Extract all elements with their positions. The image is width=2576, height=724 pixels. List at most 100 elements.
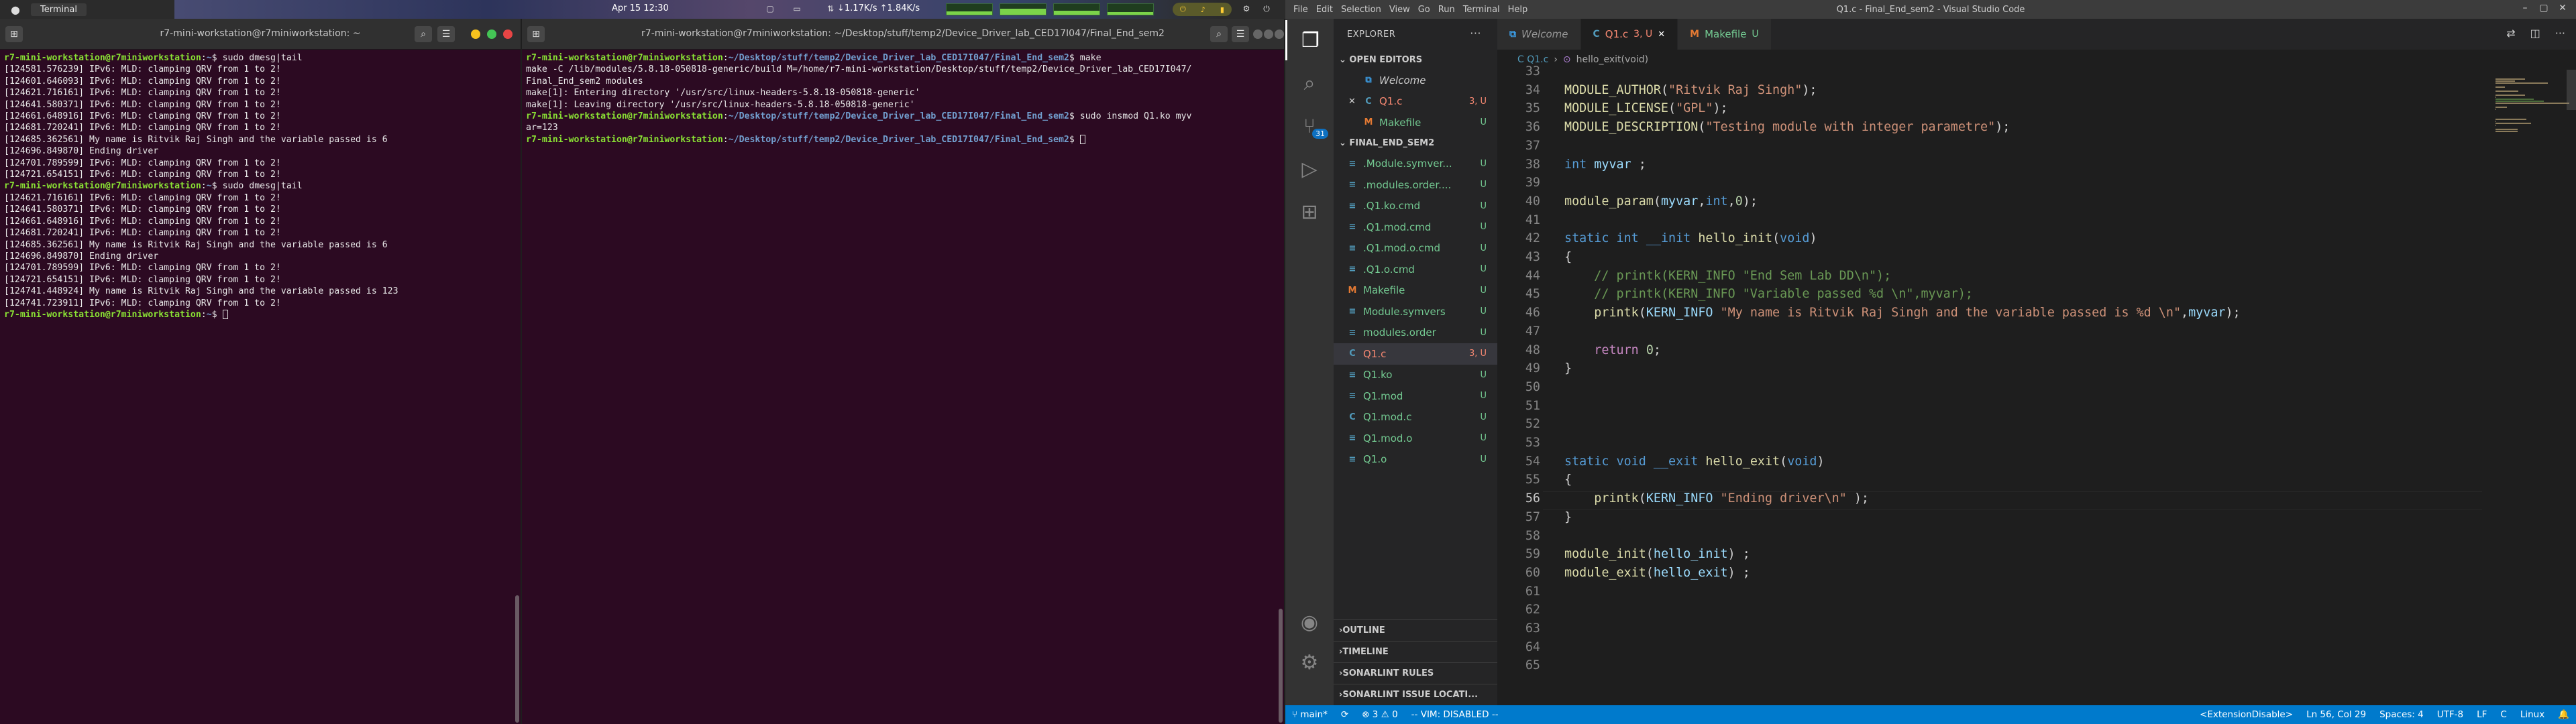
new-tab-icon[interactable]: ⊞ xyxy=(527,26,545,42)
file-tree-item[interactable]: ≡ Q1.mod.o U xyxy=(1334,428,1497,449)
code-line[interactable]: } xyxy=(1564,510,1572,524)
editor-area[interactable]: ⧉ Welcome C Q1.c 3, U ✕ M Makefile U ⇄ ◫ ··· C Q… xyxy=(1497,19,2576,705)
terminal-titlebar[interactable]: ⊞ r7-mini-workstation@r7miniworkstation:… xyxy=(0,19,521,50)
close-icon[interactable]: ✕ xyxy=(2555,3,2571,13)
file-tree-item[interactable]: C Q1.c 3, U xyxy=(1334,343,1497,365)
file-tree-item[interactable]: ≡ .Q1.o.cmd U xyxy=(1334,259,1497,280)
editor-tab[interactable]: ⧉ Welcome xyxy=(1497,19,1581,50)
swap-graph[interactable] xyxy=(1053,3,1100,15)
menu-terminal[interactable]: Terminal xyxy=(1463,5,1500,15)
close-icon[interactable] xyxy=(503,29,513,39)
active-app-name[interactable]: Terminal xyxy=(31,3,87,16)
terminal-scrollbar[interactable] xyxy=(1279,609,1283,723)
file-tree-item[interactable]: C Q1.mod.c U xyxy=(1334,407,1497,428)
file-tree-item[interactable]: ≡ .Q1.mod.o.cmd U xyxy=(1334,238,1497,259)
editor-tab[interactable]: C Q1.c 3, U ✕ xyxy=(1580,19,1678,50)
file-tree-item[interactable]: ≡ Q1.mod U xyxy=(1334,385,1497,407)
file-tree-item[interactable]: ≡ .Q1.mod.cmd U xyxy=(1334,217,1497,238)
file-tree-item[interactable]: ≡ .Q1.ko.cmd U xyxy=(1334,196,1497,217)
sync-icon[interactable]: ⟳ xyxy=(1334,709,1355,720)
compare-icon[interactable]: ⇄ xyxy=(2506,27,2515,40)
close-icon[interactable]: ✕ xyxy=(1658,29,1665,40)
collapsed-section[interactable]: › TIMELINE xyxy=(1334,641,1497,662)
code-line[interactable]: MODULE_AUTHOR("Ritvik Raj Singh"); xyxy=(1564,83,1817,97)
maximize-icon[interactable] xyxy=(487,29,496,39)
menu-selection[interactable]: Selection xyxy=(1341,5,1381,15)
maximize-icon[interactable]: ▢ xyxy=(2536,3,2552,13)
cpu-graph[interactable] xyxy=(946,3,993,15)
apple-menu-icon[interactable]: ● xyxy=(5,2,25,17)
memory-graph[interactable] xyxy=(1000,3,1046,15)
file-tree-item[interactable]: ≡ modules.order U xyxy=(1334,322,1497,344)
terminal-titlebar[interactable]: ⊞ r7-mini-workstation@r7miniworkstation:… xyxy=(522,19,1284,50)
search-icon[interactable]: ⌕ xyxy=(1210,26,1228,42)
open-editor-item[interactable]: M Makefile U xyxy=(1334,112,1497,133)
code-line[interactable]: // printk(KERN_INFO "End Sem Lab DD\n"); xyxy=(1564,269,1891,283)
minimize-icon[interactable]: – xyxy=(2517,3,2533,13)
file-tree-item[interactable]: M Makefile U xyxy=(1334,280,1497,302)
system-status-pill[interactable]: ⏻ ♪ ▮ xyxy=(1173,3,1232,16)
code-line[interactable]: // printk(KERN_INFO "Variable passed %d … xyxy=(1564,287,1973,301)
file-tree-item[interactable]: ≡ Q1.o U xyxy=(1334,449,1497,471)
close-icon[interactable] xyxy=(1275,29,1284,39)
encoding[interactable]: UTF-8 xyxy=(2430,709,2470,720)
editor-tab[interactable]: M Makefile U xyxy=(1678,19,1772,50)
branch-indicator[interactable]: ⑂ main* xyxy=(1285,709,1334,720)
vscode-titlebar[interactable]: File Edit Selection View Go Run Terminal Help Q… xyxy=(1285,0,2576,19)
code-line[interactable]: static int __init hello_init(void) xyxy=(1564,231,1817,245)
terminal-output[interactable]: r7-mini-workstation@r7miniworkstation:~/… xyxy=(522,50,1284,724)
code-line[interactable]: { xyxy=(1564,473,1572,487)
display-icon[interactable]: ▭ xyxy=(792,4,802,15)
breadcrumb-file[interactable]: C Q1.c xyxy=(1517,54,1548,65)
vscode-window[interactable]: File Edit Selection View Go Run Terminal Help Q… xyxy=(1285,0,2576,724)
terminal-window-right[interactable]: ⊞ r7-mini-workstation@r7miniworkstation:… xyxy=(522,19,1284,724)
maximize-icon[interactable] xyxy=(1264,29,1273,39)
run-debug-icon[interactable]: ▷ xyxy=(1285,149,1334,189)
editor-scrollbar[interactable] xyxy=(2567,70,2576,110)
folder-section[interactable]: ⌄ FINAL_END_SEM2 xyxy=(1334,133,1497,154)
file-tree-item[interactable]: ≡ .modules.order.... U xyxy=(1334,174,1497,196)
platform[interactable]: Linux xyxy=(2514,709,2551,720)
terminal-scrollbar[interactable] xyxy=(515,595,519,723)
file-tree-item[interactable]: ≡ .Module.symver... U xyxy=(1334,154,1497,175)
explorer-icon[interactable]: ❐ xyxy=(1285,20,1334,60)
minimap[interactable] xyxy=(2489,70,2576,705)
code-line[interactable]: module_exit(hello_exit) ; xyxy=(1564,566,1750,580)
split-editor-icon[interactable]: ◫ xyxy=(2530,27,2540,40)
extension-status[interactable]: <ExtensionDisable> xyxy=(2193,709,2300,720)
open-editor-item[interactable]: ⧉ Welcome xyxy=(1334,70,1497,91)
collapsed-section[interactable]: › SONARLINT ISSUE LOCATI... xyxy=(1334,684,1497,705)
code-line[interactable]: MODULE_DESCRIPTION("Testing module with … xyxy=(1564,120,2010,134)
source-control-icon[interactable]: ⑂ 31 xyxy=(1285,106,1334,146)
code-line[interactable]: int myvar ; xyxy=(1564,158,1646,172)
minimize-icon[interactable] xyxy=(1253,29,1263,39)
menu-help[interactable]: Help xyxy=(1508,5,1528,15)
code-line[interactable]: printk(KERN_INFO "Ending driver\n" ); xyxy=(1564,491,1869,505)
file-tree-item[interactable]: ≡ Module.symvers U xyxy=(1334,301,1497,322)
breadcrumb-symbol[interactable]: hello_exit(void) xyxy=(1576,54,1648,65)
hamburger-menu-icon[interactable]: ☰ xyxy=(437,26,455,42)
code-line[interactable]: MODULE_LICENSE("GPL"); xyxy=(1564,101,1728,115)
open-editors-section[interactable]: ⌄ OPEN EDITORS xyxy=(1334,50,1497,70)
collapsed-section[interactable]: › OUTLINE xyxy=(1334,619,1497,641)
code-line[interactable]: static void __exit hello_exit(void) xyxy=(1564,455,1825,469)
open-editor-item[interactable]: ✕ C Q1.c 3, U xyxy=(1334,91,1497,113)
collapsed-section[interactable]: › SONARLINT RULES xyxy=(1334,662,1497,684)
minimize-icon[interactable] xyxy=(471,29,480,39)
language-mode[interactable]: C xyxy=(2493,709,2513,720)
end-of-line[interactable]: LF xyxy=(2470,709,2493,720)
manage-gear-icon[interactable]: ⚙ xyxy=(1285,642,1334,682)
code-editor[interactable]: 33 34 MODULE_AUTHOR("Ritvik Raj Singh"); 35… xyxy=(1497,64,2482,705)
indentation[interactable]: Spaces: 4 xyxy=(2373,709,2430,720)
settings-icon[interactable]: ⚙ xyxy=(1241,4,1252,15)
cursor-position[interactable]: Ln 56, Col 29 xyxy=(2300,709,2373,720)
code-line[interactable]: return 0; xyxy=(1564,343,1661,357)
network-icon[interactable]: ⇅ xyxy=(825,4,836,15)
code-line[interactable]: } xyxy=(1564,361,1572,375)
menu-file[interactable]: File xyxy=(1293,5,1308,15)
more-actions-icon[interactable]: ··· xyxy=(1470,27,1481,40)
hamburger-menu-icon[interactable]: ☰ xyxy=(1232,26,1249,42)
code-line[interactable]: module_param(myvar,int,0); xyxy=(1564,194,1758,208)
notifications-icon[interactable]: 🔔 xyxy=(2551,709,2576,720)
disk-graph[interactable] xyxy=(1107,3,1154,15)
